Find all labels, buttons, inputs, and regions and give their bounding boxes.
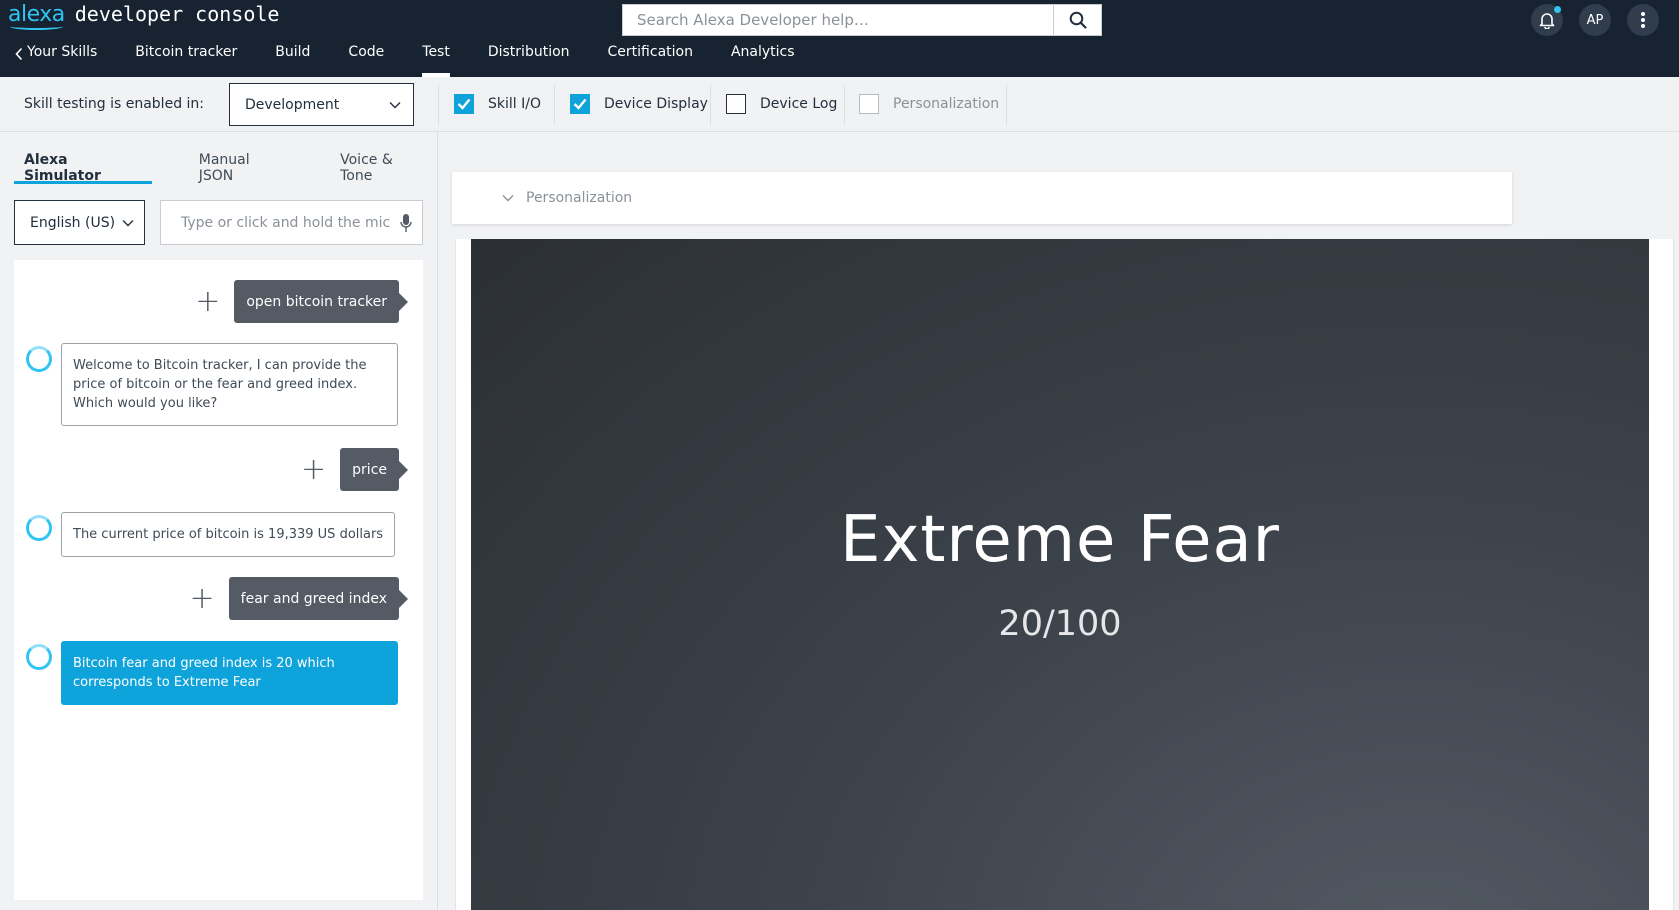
toolbar-divider	[438, 85, 439, 125]
toolbar-divider	[844, 85, 845, 125]
display-title: Extreme Fear	[840, 503, 1280, 577]
device-display-checkbox[interactable]	[570, 94, 590, 114]
nav-test[interactable]: Test	[422, 40, 450, 77]
test-toolbar: Skill testing is enabled in: Development…	[0, 77, 1679, 132]
user-message: + price	[301, 448, 408, 491]
tab-alexa-simulator[interactable]: Alexa Simulator	[14, 132, 152, 184]
alexa-bubble: Bitcoin fear and greed index is 20 which…	[61, 641, 398, 705]
plus-icon[interactable]: +	[195, 286, 220, 317]
back-label: Your Skills	[27, 44, 98, 60]
locale-dropdown[interactable]: English (US)	[14, 200, 145, 245]
user-bubble: fear and greed index	[228, 577, 409, 620]
nav-build[interactable]: Build	[275, 40, 310, 77]
personalization-checkbox	[859, 94, 879, 114]
checkmark-icon	[573, 98, 587, 110]
search-input[interactable]	[622, 4, 1053, 36]
device-display-label: Device Display	[604, 96, 708, 112]
search-button[interactable]	[1053, 4, 1102, 36]
user-avatar[interactable]: AP	[1579, 4, 1611, 36]
alexa-ring-icon	[26, 346, 52, 372]
device-log-checkbox[interactable]	[726, 94, 746, 114]
top-header: alexa developer console AP	[0, 0, 1679, 77]
device-panel: Personalization Extreme Fear 20/100	[439, 132, 1679, 910]
utterance-input[interactable]	[181, 214, 391, 231]
skill-io-label: Skill I/O	[488, 96, 541, 112]
alexa-message: The current price of bitcoin is 19,339 U…	[26, 512, 396, 557]
alexa-message: Bitcoin fear and greed index is 20 which…	[26, 641, 398, 705]
back-to-skills-link[interactable]: Your Skills	[15, 40, 97, 77]
simulator-tabs: Alexa Simulator Manual JSON Voice & Tone	[14, 132, 424, 184]
checkmark-icon	[457, 98, 471, 110]
alexa-bubble: Welcome to Bitcoin tracker, I can provid…	[61, 343, 398, 426]
user-bubble: price	[340, 448, 408, 491]
more-menu-button[interactable]	[1627, 4, 1659, 36]
kebab-menu-icon	[1641, 12, 1645, 28]
environment-value: Development	[245, 96, 340, 113]
toolbar-divider	[554, 85, 555, 125]
user-message: + open bitcoin tracker	[195, 280, 408, 323]
alexa-ring-icon	[26, 644, 52, 670]
nav-distribution[interactable]: Distribution	[488, 40, 570, 77]
simulator-panel: Alexa Simulator Manual JSON Voice & Tone…	[0, 132, 438, 910]
personalization-toggle: Personalization	[859, 94, 999, 114]
device-display-toggle[interactable]: Device Display	[570, 94, 708, 114]
toolbar-divider	[1006, 85, 1007, 125]
testing-enabled-label: Skill testing is enabled in:	[24, 96, 205, 112]
toolbar-divider	[710, 85, 711, 125]
personalization-section[interactable]: Personalization	[452, 172, 1512, 224]
notification-dot	[1554, 6, 1561, 13]
nav-analytics[interactable]: Analytics	[731, 40, 795, 77]
chevron-left-icon	[15, 47, 23, 61]
chevron-down-icon	[502, 195, 514, 202]
skill-nav: Your Skills Bitcoin tracker Build Code T…	[0, 40, 795, 77]
device-log-toggle[interactable]: Device Log	[726, 94, 837, 114]
plus-icon[interactable]: +	[190, 583, 215, 614]
tab-manual-json[interactable]: Manual JSON	[199, 132, 283, 184]
alexa-message: Welcome to Bitcoin tracker, I can provid…	[26, 343, 398, 426]
nav-bitcoin-tracker[interactable]: Bitcoin tracker	[135, 40, 237, 77]
personalization-label: Personalization	[893, 96, 1000, 112]
plus-icon[interactable]: +	[301, 454, 326, 485]
brand-alexa: alexa	[8, 2, 65, 30]
microphone-icon[interactable]	[400, 213, 412, 233]
console-logo[interactable]: alexa developer console	[8, 2, 279, 36]
bell-icon	[1539, 12, 1555, 29]
nav-code[interactable]: Code	[348, 40, 384, 77]
environment-dropdown[interactable]: Development	[229, 83, 414, 126]
skill-io-toggle[interactable]: Skill I/O	[454, 94, 541, 114]
chevron-down-icon	[389, 101, 401, 108]
tab-voice-and-tone[interactable]: Voice & Tone	[340, 132, 424, 184]
device-log-label: Device Log	[760, 96, 838, 112]
alexa-bubble: The current price of bitcoin is 19,339 U…	[61, 512, 396, 557]
help-search	[622, 4, 1102, 36]
skill-io-checkbox[interactable]	[454, 94, 474, 114]
alexa-ring-icon	[26, 515, 52, 541]
user-bubble: open bitcoin tracker	[234, 280, 408, 323]
utterance-field	[160, 200, 423, 245]
user-message: + fear and greed index	[190, 577, 409, 620]
conversation-area: + open bitcoin tracker Welcome to Bitcoi…	[14, 260, 423, 900]
personalization-section-label: Personalization	[526, 190, 633, 206]
display-score: 20/100	[998, 604, 1122, 644]
chevron-down-icon	[122, 219, 134, 226]
device-display: Extreme Fear 20/100	[471, 239, 1649, 910]
header-actions: AP	[1531, 4, 1659, 36]
locale-value: English (US)	[30, 214, 116, 231]
device-display-frame: Extreme Fear 20/100	[455, 239, 1674, 910]
nav-certification[interactable]: Certification	[608, 40, 693, 77]
search-icon	[1069, 11, 1087, 29]
notifications-button[interactable]	[1531, 4, 1563, 36]
brand-text: developer console	[74, 2, 280, 26]
